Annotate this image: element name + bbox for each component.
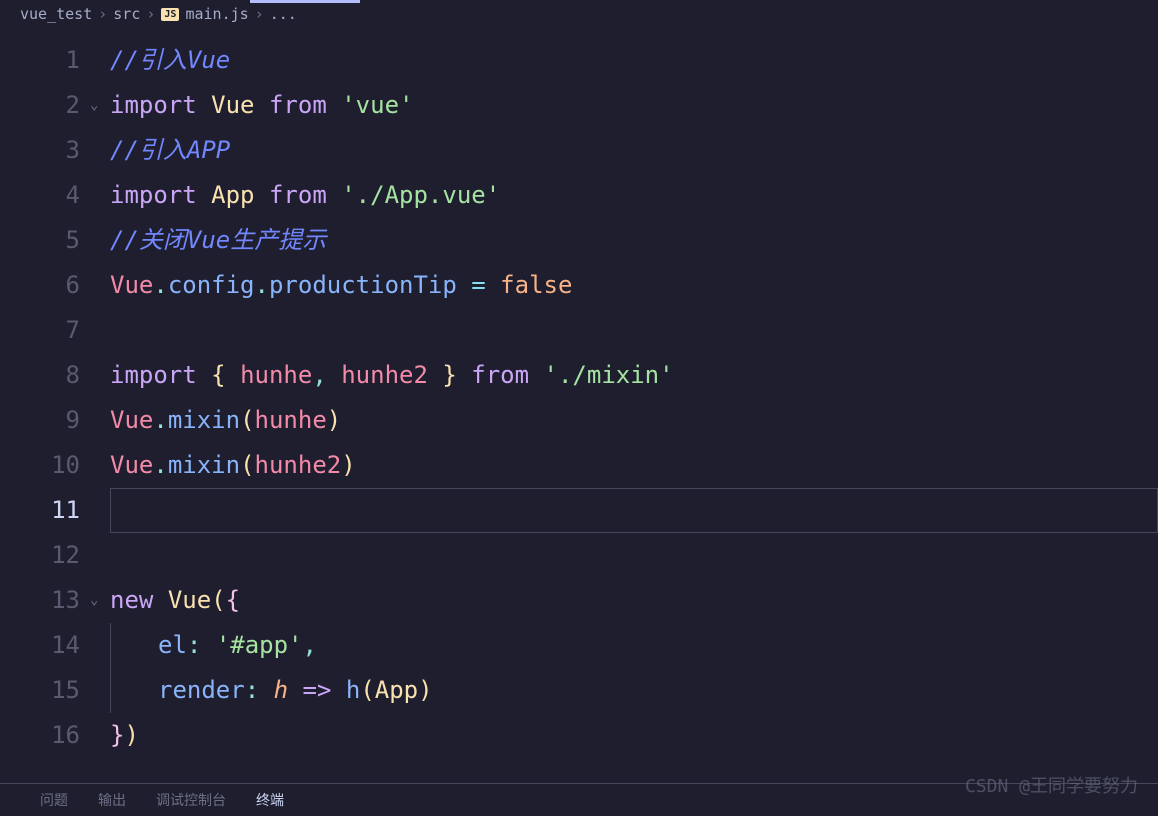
code-line[interactable]: //关闭Vue生产提示 xyxy=(110,218,1158,263)
active-tab-indicator xyxy=(250,0,360,3)
tab-problems[interactable]: 问题 xyxy=(40,790,68,810)
code-line[interactable]: ⌄new Vue({ xyxy=(110,578,1158,623)
code-line[interactable]: render: h => h(App) xyxy=(110,668,1158,713)
line-number: 15 xyxy=(0,668,80,713)
line-number: 13 xyxy=(0,578,80,623)
code-line[interactable]: Vue.mixin(hunhe) xyxy=(110,398,1158,443)
code-line[interactable] xyxy=(110,533,1158,578)
code-content[interactable]: //引入Vue ⌄import Vue from 'vue' //引入APP i… xyxy=(110,38,1158,758)
line-number: 12 xyxy=(0,533,80,578)
line-number: 3 xyxy=(0,128,80,173)
code-line[interactable]: Vue.mixin(hunhe2) xyxy=(110,443,1158,488)
code-line[interactable] xyxy=(110,308,1158,353)
line-number: 11 xyxy=(0,488,80,533)
breadcrumb-file[interactable]: main.js xyxy=(185,5,248,23)
code-line[interactable] xyxy=(110,488,1158,533)
breadcrumb-root[interactable]: vue_test xyxy=(20,5,92,23)
line-number: 1 xyxy=(0,38,80,83)
line-number-gutter: 1 2 3 4 5 6 7 8 9 10 11 12 13 14 15 16 xyxy=(0,38,110,758)
line-number: 7 xyxy=(0,308,80,353)
code-line[interactable]: Vue.config.productionTip = false xyxy=(110,263,1158,308)
chevron-right-icon: › xyxy=(98,5,107,23)
tab-output[interactable]: 输出 xyxy=(98,790,126,810)
indent-guide xyxy=(110,623,111,668)
chevron-down-icon[interactable]: ⌄ xyxy=(90,83,98,128)
line-number: 5 xyxy=(0,218,80,263)
breadcrumb[interactable]: vue_test › src › JS main.js › ... xyxy=(0,0,1158,28)
code-editor[interactable]: 1 2 3 4 5 6 7 8 9 10 11 12 13 14 15 16 /… xyxy=(0,28,1158,758)
line-number: 6 xyxy=(0,263,80,308)
line-number: 8 xyxy=(0,353,80,398)
code-line[interactable]: el: '#app', xyxy=(110,623,1158,668)
line-number: 2 xyxy=(0,83,80,128)
tab-terminal[interactable]: 终端 xyxy=(256,790,284,810)
line-number: 4 xyxy=(0,173,80,218)
line-number: 14 xyxy=(0,623,80,668)
chevron-right-icon: › xyxy=(255,5,264,23)
line-number: 16 xyxy=(0,713,80,758)
js-file-icon: JS xyxy=(161,8,179,21)
chevron-down-icon[interactable]: ⌄ xyxy=(90,578,98,623)
watermark: CSDN @王同学要努力 xyxy=(965,772,1138,798)
code-line[interactable]: }) xyxy=(110,713,1158,758)
line-number: 10 xyxy=(0,443,80,488)
indent-guide xyxy=(110,668,111,713)
code-line[interactable]: ⌄import Vue from 'vue' xyxy=(110,83,1158,128)
code-line[interactable]: import App from './App.vue' xyxy=(110,173,1158,218)
code-line[interactable]: //引入Vue xyxy=(110,38,1158,83)
line-number: 9 xyxy=(0,398,80,443)
code-line[interactable]: //引入APP xyxy=(110,128,1158,173)
chevron-right-icon: › xyxy=(146,5,155,23)
breadcrumb-trail[interactable]: ... xyxy=(270,5,297,23)
tab-debug-console[interactable]: 调试控制台 xyxy=(156,790,226,810)
code-line[interactable]: import { hunhe, hunhe2 } from './mixin' xyxy=(110,353,1158,398)
breadcrumb-folder[interactable]: src xyxy=(113,5,140,23)
